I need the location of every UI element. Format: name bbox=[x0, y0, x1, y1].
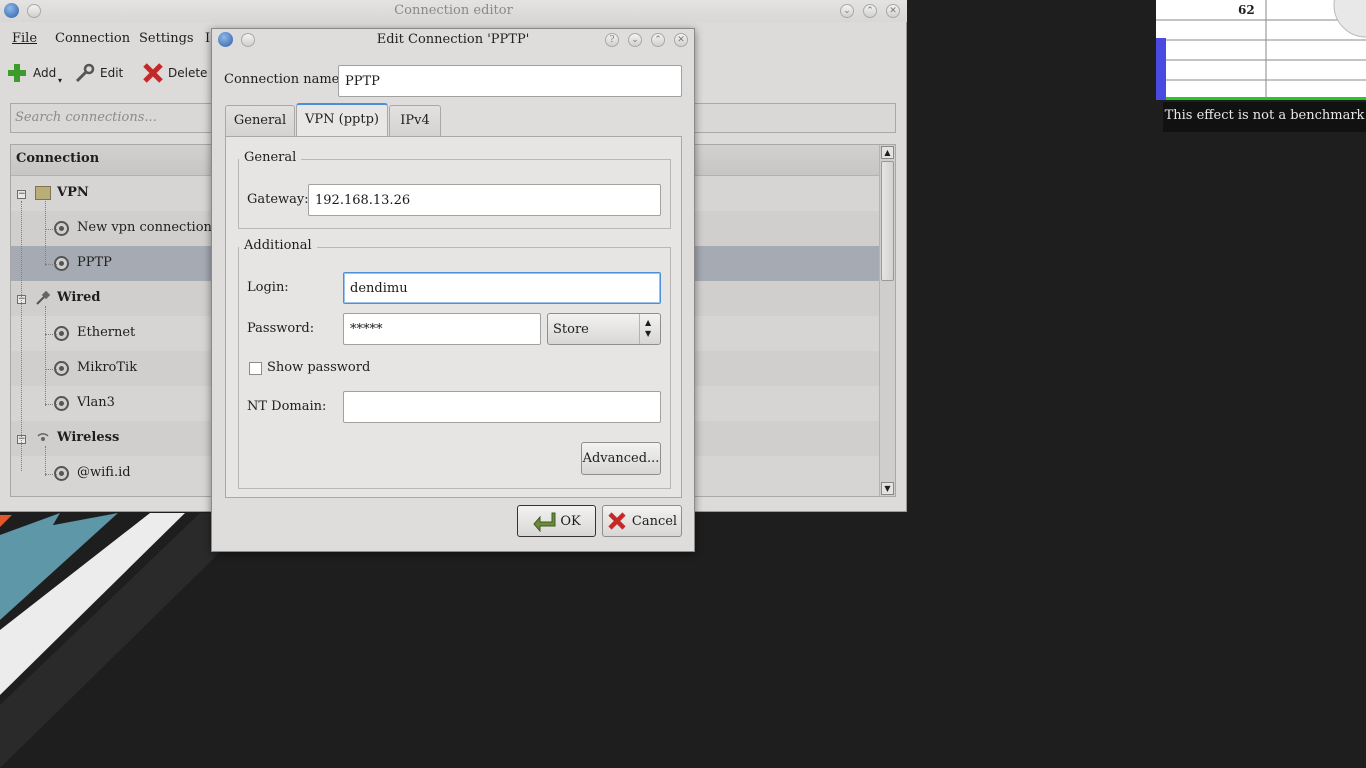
tree-connector bbox=[45, 369, 57, 370]
effect-graph-widget: 62 bbox=[1156, 0, 1366, 102]
tree-connector bbox=[45, 334, 57, 335]
tab-general[interactable]: General bbox=[225, 105, 295, 137]
nt-domain-label: NT Domain: bbox=[247, 399, 327, 414]
tree-item-label: MikroTik bbox=[77, 360, 138, 375]
close-icon[interactable]: ✕ bbox=[674, 33, 688, 47]
dialog-menu-button[interactable] bbox=[241, 33, 255, 47]
add-icon bbox=[8, 64, 26, 82]
password-store-select[interactable]: Store ▲ ▼ bbox=[547, 313, 661, 345]
tree-item-label: Ethernet bbox=[77, 325, 136, 340]
help-icon[interactable]: ? bbox=[605, 33, 619, 47]
login-value: dendimu bbox=[350, 280, 408, 296]
password-store-value: Store bbox=[553, 321, 589, 337]
add-dropdown-arrow-icon: ▾ bbox=[58, 76, 63, 85]
add-label: Add bbox=[33, 66, 57, 80]
menu-connection[interactable]: Connection bbox=[55, 31, 130, 46]
menu-cut-item[interactable]: I bbox=[205, 31, 210, 46]
effect-graph bbox=[1156, 0, 1366, 100]
ok-button[interactable]: OK bbox=[517, 505, 596, 537]
password-value: ***** bbox=[350, 321, 383, 337]
edit-button[interactable]: Edit bbox=[74, 62, 130, 86]
menu-file[interactable]: File bbox=[12, 31, 37, 46]
advanced-button[interactable]: Advanced... bbox=[581, 442, 661, 475]
window-menu-button[interactable] bbox=[27, 4, 41, 18]
vpn-tab-panel: General Gateway: 192.168.13.26 Additiona… bbox=[225, 136, 682, 498]
login-input[interactable]: dendimu bbox=[343, 272, 661, 304]
edit-connection-dialog: Edit Connection 'PPTP' ? ⌄ ⌃ ✕ Connectio… bbox=[211, 28, 695, 552]
tree-item-label: @wifi.id bbox=[77, 465, 131, 480]
window-titlebar[interactable]: Connection editor bbox=[0, 0, 907, 22]
additional-group-title: Additional bbox=[239, 238, 317, 253]
tree-connector bbox=[45, 306, 46, 406]
wired-plug-icon bbox=[36, 290, 51, 305]
tree-connector bbox=[45, 474, 57, 475]
dialog-title: Edit Connection 'PPTP' bbox=[376, 32, 530, 47]
maximize-icon[interactable]: ⌃ bbox=[651, 33, 665, 47]
dialog-globe-icon[interactable] bbox=[218, 32, 233, 47]
dialog-titlebar[interactable]: Edit Connection 'PPTP' bbox=[212, 29, 694, 53]
connection-name-input[interactable]: PPTP bbox=[338, 65, 682, 97]
gateway-input[interactable]: 192.168.13.26 bbox=[308, 184, 661, 216]
collapse-icon[interactable]: − bbox=[17, 190, 26, 199]
tree-item-label: New vpn connection bbox=[77, 220, 212, 235]
cancel-button[interactable]: Cancel bbox=[602, 505, 682, 537]
effect-value: 62 bbox=[1238, 3, 1255, 17]
cancel-label: Cancel bbox=[631, 513, 678, 529]
updown-arrows-icon: ▲ ▼ bbox=[639, 314, 660, 344]
cancel-x-icon bbox=[608, 512, 626, 530]
connection-name-value: PPTP bbox=[345, 73, 380, 89]
nt-domain-input[interactable] bbox=[343, 391, 661, 423]
scroll-thumb[interactable] bbox=[881, 161, 894, 281]
tree-group-label: Wireless bbox=[57, 430, 120, 445]
general-group-title: General bbox=[239, 150, 302, 165]
delete-button[interactable]: Delete bbox=[142, 62, 208, 86]
show-password-checkbox[interactable] bbox=[249, 362, 262, 375]
menu-settings[interactable]: Settings bbox=[139, 31, 194, 46]
tab-ipv4[interactable]: IPv4 bbox=[389, 105, 441, 137]
tree-group-label: Wired bbox=[57, 290, 101, 305]
add-button[interactable]: Add ▾ bbox=[6, 62, 66, 86]
password-input[interactable]: ***** bbox=[343, 313, 541, 345]
gateway-label: Gateway: bbox=[247, 192, 309, 207]
delete-label: Delete bbox=[168, 66, 208, 80]
tree-connector bbox=[21, 201, 22, 471]
tree-connector bbox=[45, 229, 57, 230]
login-label: Login: bbox=[247, 280, 289, 295]
ok-arrow-icon bbox=[533, 512, 556, 532]
tree-connector bbox=[45, 404, 57, 405]
wireless-signal-icon bbox=[37, 433, 49, 441]
ok-label: OK bbox=[560, 513, 581, 529]
tree-connector bbox=[45, 446, 46, 476]
app-globe-icon[interactable] bbox=[4, 3, 19, 18]
close-icon[interactable]: ✕ bbox=[886, 4, 900, 18]
tree-connector bbox=[45, 201, 46, 266]
connection-name-label: Connection name: bbox=[224, 72, 344, 87]
minimize-icon[interactable]: ⌄ bbox=[840, 4, 854, 18]
window-title: Connection editor bbox=[394, 3, 513, 18]
vpn-folder-icon bbox=[35, 186, 51, 200]
show-password-label[interactable]: Show password bbox=[267, 360, 370, 375]
gateway-value: 192.168.13.26 bbox=[315, 192, 411, 208]
minimize-icon[interactable]: ⌄ bbox=[628, 33, 642, 47]
delete-x-icon bbox=[143, 63, 163, 83]
tree-item-label: Vlan3 bbox=[77, 395, 115, 410]
edit-label: Edit bbox=[100, 66, 124, 80]
tree-item-label: PPTP bbox=[77, 255, 112, 270]
tree-connector bbox=[45, 264, 57, 265]
password-label: Password: bbox=[247, 321, 315, 336]
scroll-up-icon[interactable]: ▲ bbox=[881, 146, 894, 159]
effect-tooltip: This effect is not a benchmark bbox=[1163, 102, 1366, 132]
maximize-icon[interactable]: ⌃ bbox=[863, 4, 877, 18]
scroll-down-icon[interactable]: ▼ bbox=[881, 482, 894, 495]
advanced-label: Advanced... bbox=[582, 451, 660, 466]
tree-scrollbar[interactable]: ▲ ▼ bbox=[879, 145, 895, 496]
wrench-icon bbox=[75, 63, 95, 83]
tree-group-label: VPN bbox=[57, 185, 89, 200]
tab-vpn-pptp[interactable]: VPN (pptp) bbox=[296, 103, 388, 137]
